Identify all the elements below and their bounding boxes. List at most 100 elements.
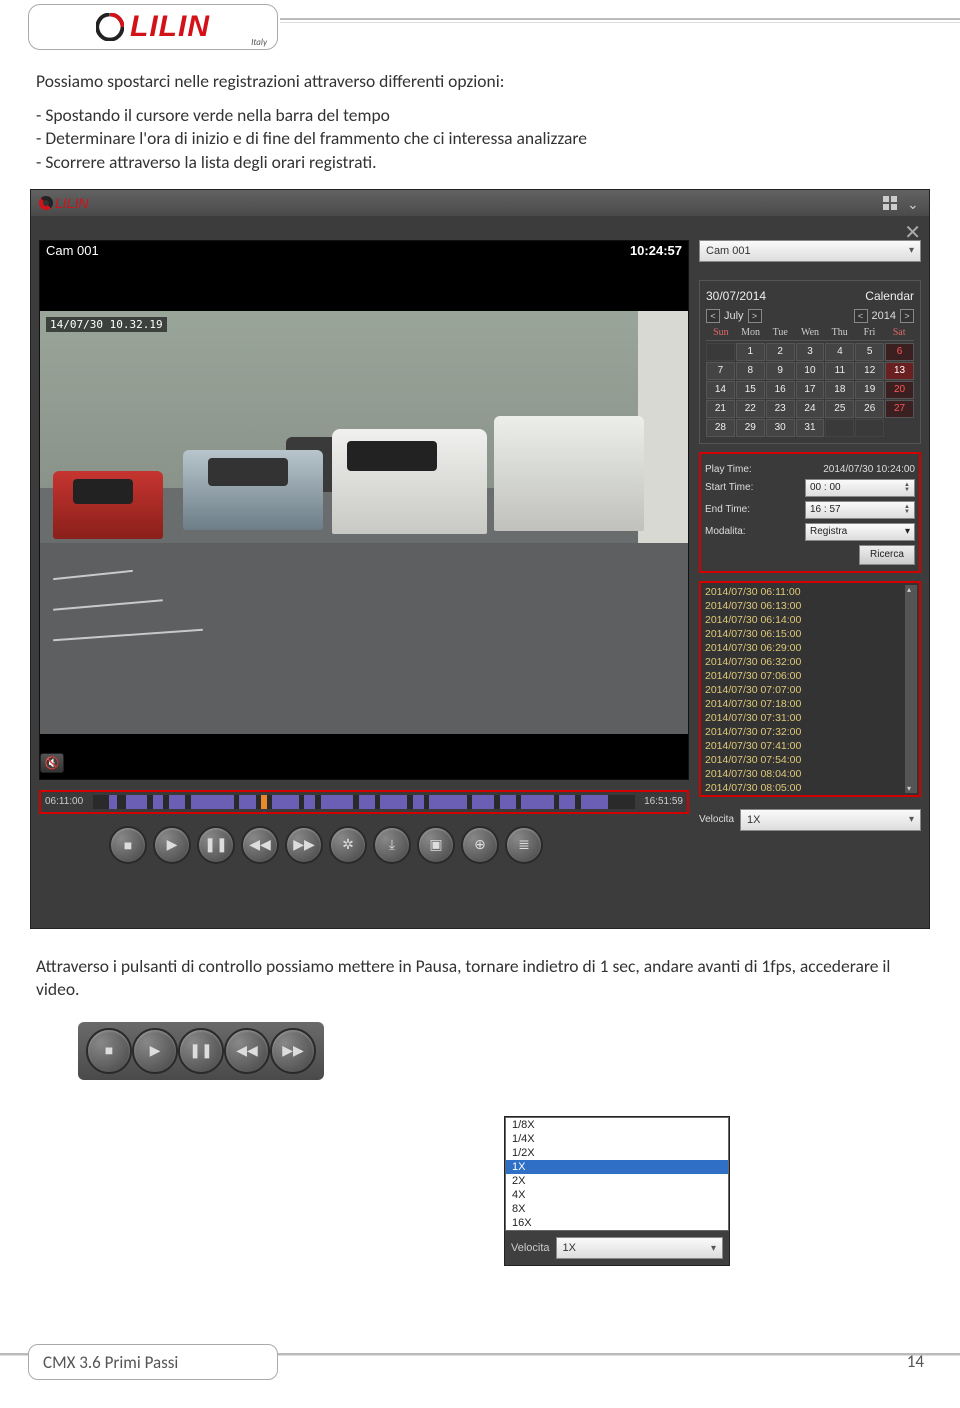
- calendar-day[interactable]: 18: [825, 381, 854, 399]
- step-back-button[interactable]: ◀◀: [241, 826, 279, 864]
- calendar-day[interactable]: 30: [766, 419, 795, 437]
- calendar-day[interactable]: 11: [825, 362, 854, 380]
- camera-select-value: Cam 001: [706, 245, 751, 257]
- calendar-day[interactable]: 9: [766, 362, 795, 380]
- calendar-day[interactable]: 17: [796, 381, 825, 399]
- list-button[interactable]: ≣: [505, 826, 543, 864]
- speed-option[interactable]: 1/2X: [506, 1146, 728, 1160]
- layout-grid-icon[interactable]: [883, 196, 897, 210]
- video-viewport[interactable]: Cam 001 10:24:57 14/07/30 10.32.19 🔇: [39, 240, 689, 780]
- speed-option[interactable]: 2X: [506, 1174, 728, 1188]
- recording-item[interactable]: 2014/07/30 07:18:00: [705, 697, 915, 711]
- pause-button[interactable]: ❚❚: [197, 826, 235, 864]
- chevron-down-icon[interactable]: [907, 196, 921, 210]
- play-button[interactable]: ▶: [153, 826, 191, 864]
- recording-item[interactable]: 2014/07/30 06:29:00: [705, 641, 915, 655]
- speed-label: Velocita: [699, 814, 734, 825]
- speed-option[interactable]: 8X: [506, 1202, 728, 1216]
- calendar-day[interactable]: 7: [706, 362, 735, 380]
- snapshot-button[interactable]: ▣: [417, 826, 455, 864]
- recording-item[interactable]: 2014/07/30 07:31:00: [705, 711, 915, 725]
- calendar-day[interactable]: 8: [736, 362, 765, 380]
- calendar-day[interactable]: 19: [855, 381, 884, 399]
- recording-item[interactable]: 2014/07/30 07:07:00: [705, 683, 915, 697]
- camera-time-label: 10:24:57: [624, 241, 688, 260]
- prev-year-button[interactable]: <: [854, 309, 868, 323]
- camera-name-label: Cam 001: [40, 241, 105, 260]
- speed-option[interactable]: 16X: [506, 1216, 728, 1230]
- settings-button[interactable]: ✲: [329, 826, 367, 864]
- intro-paragraph: Possiamo spostarci nelle registrazioni a…: [0, 56, 960, 175]
- end-time-input[interactable]: 16 : 57▲▼: [805, 501, 915, 519]
- recording-item[interactable]: 2014/07/30 06:15:00: [705, 627, 915, 641]
- recording-item[interactable]: 2014/07/30 07:06:00: [705, 669, 915, 683]
- recording-item[interactable]: 2014/07/30 08:04:00: [705, 767, 915, 781]
- step-back-button[interactable]: ◀◀: [224, 1028, 270, 1074]
- recording-item[interactable]: 2014/07/30 06:32:00: [705, 655, 915, 669]
- calendar-month: July: [724, 310, 744, 322]
- play-button[interactable]: ▶: [132, 1028, 178, 1074]
- calendar-day[interactable]: 31: [796, 419, 825, 437]
- recording-item[interactable]: 2014/07/30 06:11:00: [705, 585, 915, 599]
- recording-item[interactable]: 2014/07/30 08:06:00: [705, 795, 915, 797]
- calendar-day[interactable]: 12: [855, 362, 884, 380]
- calendar-day[interactable]: 25: [825, 400, 854, 418]
- calendar-day[interactable]: 15: [736, 381, 765, 399]
- calendar-day[interactable]: 16: [766, 381, 795, 399]
- calendar-day[interactable]: 28: [706, 419, 735, 437]
- stop-button[interactable]: ■: [86, 1028, 132, 1074]
- calendar-day[interactable]: 1: [736, 343, 765, 361]
- pause-button[interactable]: ❚❚: [178, 1028, 224, 1074]
- scrollbar[interactable]: [905, 585, 917, 793]
- speed-label: Velocita: [511, 1242, 550, 1254]
- calendar-day[interactable]: 3: [796, 343, 825, 361]
- step-fwd-button[interactable]: ▶▶: [270, 1028, 316, 1074]
- step-fwd-button[interactable]: ▶▶: [285, 826, 323, 864]
- calendar-day[interactable]: 6: [885, 343, 914, 361]
- page-number: 14: [907, 1351, 924, 1372]
- speed-option[interactable]: 4X: [506, 1188, 728, 1202]
- calendar-day[interactable]: 14: [706, 381, 735, 399]
- after-paragraph: Attraverso i pulsanti di controllo possi…: [0, 929, 960, 1002]
- calendar-day[interactable]: 24: [796, 400, 825, 418]
- calendar-day[interactable]: 20: [885, 381, 914, 399]
- calendar-date: 30/07/2014: [706, 289, 766, 303]
- stop-button[interactable]: ■: [109, 826, 147, 864]
- calendar-day[interactable]: 21: [706, 400, 735, 418]
- next-year-button[interactable]: >: [900, 309, 914, 323]
- speed-option[interactable]: 1/4X: [506, 1132, 728, 1146]
- mode-select[interactable]: Registra▾: [805, 523, 915, 541]
- logo-text: LILIN: [130, 10, 210, 44]
- recording-item[interactable]: 2014/07/30 07:32:00: [705, 725, 915, 739]
- speed-option[interactable]: 1/8X: [506, 1118, 728, 1132]
- prev-month-button[interactable]: <: [706, 309, 720, 323]
- mode-label: Modalita:: [705, 526, 746, 537]
- audio-mute-icon[interactable]: 🔇: [40, 753, 64, 773]
- speed-select[interactable]: 1X ▾: [556, 1237, 723, 1259]
- calendar-day[interactable]: 13: [885, 362, 914, 380]
- calendar-day[interactable]: 29: [736, 419, 765, 437]
- calendar-day[interactable]: 4: [825, 343, 854, 361]
- recording-item[interactable]: 2014/07/30 06:13:00: [705, 599, 915, 613]
- zoom-button[interactable]: ⊕: [461, 826, 499, 864]
- recording-item[interactable]: 2014/07/30 06:14:00: [705, 613, 915, 627]
- speed-select[interactable]: 1X ▾: [740, 809, 921, 831]
- search-button[interactable]: Ricerca: [859, 545, 915, 565]
- timeline-cursor[interactable]: [261, 795, 267, 809]
- export-button[interactable]: ⤓: [373, 826, 411, 864]
- start-time-input[interactable]: 00 : 00▲▼: [805, 479, 915, 497]
- recording-item[interactable]: 2014/07/30 08:05:00: [705, 781, 915, 795]
- calendar-day[interactable]: 2: [766, 343, 795, 361]
- camera-select[interactable]: Cam 001 ▾: [699, 240, 921, 262]
- next-month-button[interactable]: >: [748, 309, 762, 323]
- calendar-day[interactable]: 10: [796, 362, 825, 380]
- calendar-day[interactable]: 26: [855, 400, 884, 418]
- recording-item[interactable]: 2014/07/30 07:54:00: [705, 753, 915, 767]
- recording-item[interactable]: 2014/07/30 07:41:00: [705, 739, 915, 753]
- speed-option[interactable]: 1X: [506, 1160, 728, 1174]
- calendar-day[interactable]: 27: [885, 400, 914, 418]
- timeline-bar[interactable]: 06:11:00: [39, 790, 689, 814]
- calendar-day[interactable]: 22: [736, 400, 765, 418]
- calendar-day[interactable]: 5: [855, 343, 884, 361]
- calendar-day[interactable]: 23: [766, 400, 795, 418]
